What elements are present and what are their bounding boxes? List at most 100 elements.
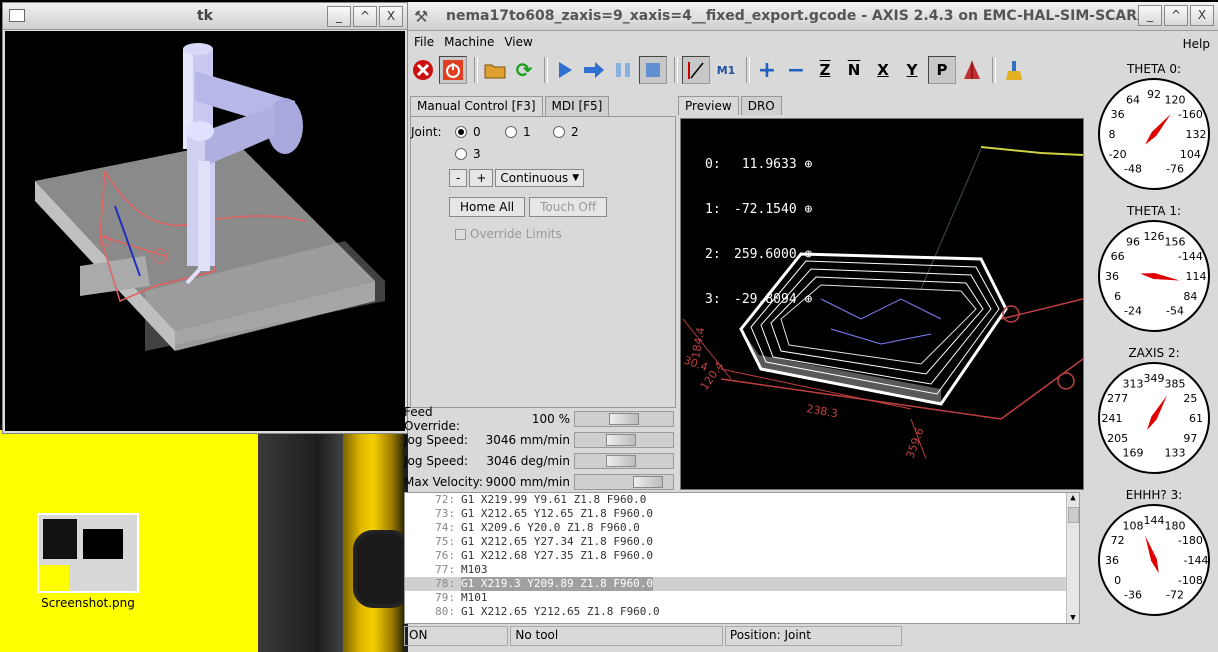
jog-plus-button[interactable]: +	[469, 169, 494, 187]
joint-radio-0[interactable]: 0	[455, 125, 481, 139]
close-button[interactable]: X	[379, 6, 403, 27]
minimize-button[interactable]: _	[1138, 5, 1162, 26]
zoom-in-icon[interactable]: +	[754, 57, 780, 83]
toolpath-preview[interactable]: 238.3 359.6 120.4 30.4 184.4 0: 11.9633 ⊕…	[680, 118, 1084, 490]
gauge-tick-label: -144	[1184, 554, 1209, 567]
joint-radio-1[interactable]: 1	[505, 125, 531, 139]
tk-window: tk _ ^ X	[2, 2, 408, 434]
max-velocity-slider[interactable]	[574, 474, 674, 490]
override-limits-checkbox[interactable]: Override Limits	[455, 227, 562, 241]
gauge-tick-label: -72	[1166, 589, 1184, 602]
tab-manual-control[interactable]: Manual Control [F3]	[410, 96, 543, 116]
joint-radio-2[interactable]: 2	[553, 125, 579, 139]
gcode-line[interactable]: 78: G1 X219.3 Y209.89 Z1.8 F960.0	[405, 577, 1079, 591]
menu-help[interactable]: Help	[1183, 37, 1210, 51]
tk-titlebar[interactable]: tk _ ^ X	[3, 3, 407, 30]
touch-off-button[interactable]: Touch Off	[529, 197, 608, 217]
manual-control-panel: Joint: 0 1 2 3 - + Continuous ▼ Home All …	[410, 116, 676, 408]
view-z2-icon[interactable]: N	[841, 57, 867, 83]
clear-plot-icon[interactable]	[1000, 57, 1026, 83]
block-delete-icon[interactable]	[682, 56, 710, 84]
dro-line: 0: 11.9633 ⊕	[705, 157, 813, 172]
home-all-button[interactable]: Home All	[449, 197, 526, 217]
close-button[interactable]: X	[1190, 5, 1214, 26]
run-icon[interactable]	[552, 57, 578, 83]
view-x-icon[interactable]: X	[870, 57, 896, 83]
menu-file[interactable]: File	[410, 35, 438, 49]
menu-machine[interactable]: Machine	[440, 35, 498, 49]
estop-button[interactable]	[410, 57, 436, 83]
gcode-line[interactable]: 75: G1 X212.65 Y27.34 Z1.8 F960.0	[405, 535, 1079, 549]
status-bar: ON No tool Position: Joint	[404, 626, 904, 646]
homed-icon: ⊕	[804, 157, 813, 172]
slider-value: 3046 deg/min	[486, 453, 570, 468]
tab-preview[interactable]: Preview	[678, 96, 739, 115]
open-file-icon[interactable]	[482, 57, 508, 83]
zoom-out-icon[interactable]: −	[783, 57, 809, 83]
gauge-tick-label: 36	[1105, 270, 1119, 283]
slider-thumb[interactable]	[609, 413, 639, 425]
feed-override-slider[interactable]	[574, 411, 674, 427]
view-y-icon[interactable]: Y	[899, 57, 925, 83]
gauge-zaxis-2: ZAXIS 2: 169 205 241 277 313 349 385 25 61 97 133	[1094, 346, 1214, 488]
joint-radio-3[interactable]: 3	[455, 147, 481, 161]
pause-icon[interactable]	[610, 57, 636, 83]
gcode-scrollbar[interactable]: ▲ ▼	[1066, 493, 1079, 623]
gcode-text: G1 X212.65 Y12.65 Z1.8 F960.0	[461, 507, 654, 520]
gauge-tick-label: 156	[1165, 235, 1186, 248]
menu-view[interactable]: View	[500, 35, 536, 49]
gcode-text: M101	[461, 591, 488, 604]
gauge-tick-label: 64	[1126, 93, 1140, 106]
slider-value: 3046 mm/min	[485, 432, 570, 447]
jog-minus-button[interactable]: -	[449, 169, 468, 187]
minimize-button[interactable]: _	[327, 6, 351, 27]
view-z-icon[interactable]: Z	[812, 57, 838, 83]
line-number: 72:	[435, 493, 455, 506]
jog-angular-speed-slider[interactable]	[574, 453, 674, 469]
gcode-line[interactable]: 80: G1 X212.65 Y212.65 Z1.8 F960.0	[405, 605, 1079, 619]
jog-mode-select[interactable]: Continuous ▼	[495, 169, 585, 187]
stop-icon[interactable]	[639, 56, 667, 84]
rotate-view-icon[interactable]	[959, 57, 985, 83]
step-icon[interactable]	[581, 57, 607, 83]
slider-thumb[interactable]	[632, 476, 663, 488]
gauge-tick-label: 349	[1144, 372, 1165, 385]
gcode-line[interactable]: 74: G1 X209.6 Y20.0 Z1.8 F960.0	[405, 521, 1079, 535]
maximize-button[interactable]: ^	[1164, 5, 1188, 26]
power-button[interactable]	[439, 56, 467, 84]
gauge-tick-label: -180	[1178, 534, 1203, 547]
line-number: 74:	[435, 521, 455, 534]
slider-thumb[interactable]	[605, 434, 636, 446]
gcode-line[interactable]: 73: G1 X212.65 Y12.65 Z1.8 F960.0	[405, 507, 1079, 521]
maximize-button[interactable]: ^	[353, 6, 377, 27]
slider-value: 9000 mm/min	[485, 474, 570, 489]
slider-label: Jog Speed:	[404, 453, 468, 468]
optional-stop-icon[interactable]: M1	[713, 57, 739, 83]
tab-mdi[interactable]: MDI [F5]	[544, 96, 610, 116]
jog-speed-slider[interactable]	[574, 432, 674, 448]
line-number: 73:	[435, 507, 455, 520]
reload-icon[interactable]: ⟳	[511, 57, 537, 83]
gcode-line[interactable]: 79: M101	[405, 591, 1079, 605]
axis-titlebar[interactable]: ⚒ nema17to608_zaxis=9_xaxis=4__fixed_exp…	[408, 2, 1218, 31]
gauge-tick-label: 8	[1109, 128, 1116, 141]
gauge-tick-label: 114	[1186, 270, 1207, 283]
tab-dro[interactable]: DRO	[740, 96, 782, 115]
gauge-tick-label: 277	[1107, 392, 1128, 405]
gcode-line[interactable]: 76: G1 X212.68 Y27.35 Z1.8 F960.0	[405, 549, 1079, 563]
gauge-tick-label: -20	[1109, 148, 1127, 161]
slider-thumb[interactable]	[605, 455, 636, 467]
gcode-listing[interactable]: 72: G1 X219.99 Y9.61 Z1.8 F960.0 73: G1 X21…	[404, 492, 1080, 624]
gcode-line[interactable]: 77: M103	[405, 563, 1079, 577]
chevron-down-icon: ▼	[572, 173, 580, 183]
gcode-line[interactable]: 72: G1 X219.99 Y9.61 Z1.8 F960.0	[405, 493, 1079, 507]
scroll-thumb[interactable]	[1068, 507, 1079, 523]
gauge-tick-label: -160	[1178, 108, 1203, 121]
robot-3d-view[interactable]	[5, 31, 405, 431]
radio-icon	[505, 126, 517, 138]
scroll-down-icon[interactable]: ▼	[1067, 613, 1079, 623]
menu-bar: File Machine View	[408, 31, 1218, 53]
view-p-icon[interactable]: P	[928, 56, 956, 84]
scroll-up-icon[interactable]: ▲	[1067, 493, 1079, 503]
desktop-file-icon[interactable]: Screenshot.png	[36, 512, 140, 610]
